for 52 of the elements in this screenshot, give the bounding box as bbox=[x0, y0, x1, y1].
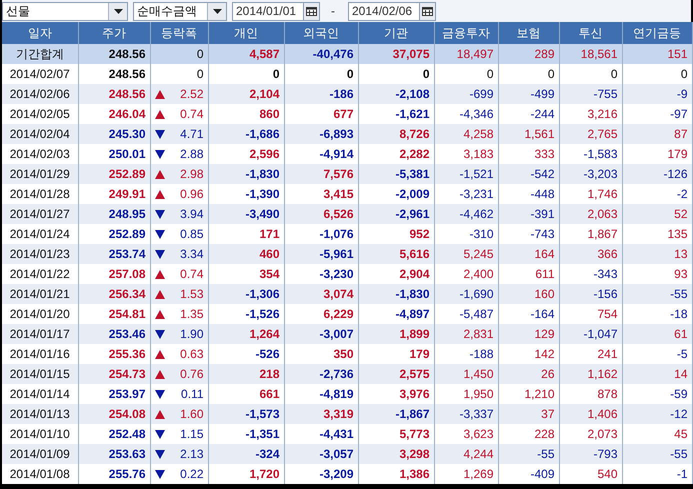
change-value: 1.90 bbox=[180, 327, 204, 341]
column-header[interactable]: 금융투자 bbox=[434, 22, 498, 44]
change-value: 0.22 bbox=[180, 467, 204, 481]
dropdown-arrow-icon bbox=[212, 8, 222, 14]
calendar-button[interactable] bbox=[304, 2, 320, 20]
change-value: 2.88 bbox=[180, 147, 204, 161]
column-header[interactable]: 보험 bbox=[498, 22, 559, 44]
market-dropdown[interactable]: 선물 bbox=[2, 2, 128, 20]
value-cell: -1 bbox=[622, 464, 692, 484]
calendar-button[interactable] bbox=[420, 2, 436, 20]
change-value: 1.60 bbox=[180, 407, 204, 421]
change-value: 0.11 bbox=[181, 387, 204, 401]
column-header[interactable]: 주가 bbox=[78, 22, 150, 44]
change-value: 2.98 bbox=[180, 167, 204, 181]
change-value: 0.74 bbox=[180, 107, 204, 121]
change-value: 2.13 bbox=[180, 447, 204, 461]
value-cell: 540 bbox=[559, 464, 622, 484]
metric-dropdown[interactable]: 순매수금액 bbox=[133, 2, 227, 20]
change-value: 0 bbox=[196, 67, 204, 81]
value-cell: -3,209 bbox=[284, 464, 358, 484]
value-cell: -409 bbox=[498, 464, 559, 484]
column-header[interactable]: 외국인 bbox=[284, 22, 358, 44]
change-value: 2.52 bbox=[180, 87, 204, 101]
date-cell: 2014/01/08 bbox=[2, 464, 78, 484]
column-header[interactable]: 연기금등 bbox=[622, 22, 692, 44]
change-value: 0.85 bbox=[180, 227, 204, 241]
date-separator: - bbox=[330, 4, 336, 18]
column-header[interactable]: 등락폭 bbox=[150, 22, 208, 44]
calendar-icon bbox=[422, 6, 433, 16]
change-value: 0.96 bbox=[180, 187, 204, 201]
dropdown-arrow-icon bbox=[114, 8, 122, 14]
change-value: 4.71 bbox=[180, 127, 204, 141]
change-value: 1.53 bbox=[180, 287, 204, 301]
change-value: 3.34 bbox=[180, 247, 204, 261]
column-header[interactable]: 일자 bbox=[2, 22, 78, 44]
change-value: 1.35 bbox=[180, 307, 204, 321]
column-header[interactable]: 개인 bbox=[208, 22, 284, 44]
start-date-field[interactable]: 2014/01/01 bbox=[232, 2, 304, 20]
column-header[interactable]: 투신 bbox=[559, 22, 622, 44]
change-value: 0.63 bbox=[180, 347, 204, 361]
change-value: 0 bbox=[196, 47, 204, 61]
change-value: 3.94 bbox=[180, 207, 204, 221]
change-value: 0.74 bbox=[180, 267, 204, 281]
value-cell: 1,386 bbox=[358, 464, 434, 484]
value-cell: 1,720 bbox=[208, 464, 284, 484]
price-cell: 255.76 bbox=[78, 464, 150, 484]
change-value: 0.76 bbox=[180, 367, 204, 381]
change-value: 1.15 bbox=[180, 427, 204, 441]
column-header[interactable]: 기관 bbox=[358, 22, 434, 44]
value-cell: 1,269 bbox=[434, 464, 498, 484]
calendar-icon bbox=[306, 6, 317, 16]
end-date-field[interactable]: 2014/02/06 bbox=[348, 2, 420, 20]
